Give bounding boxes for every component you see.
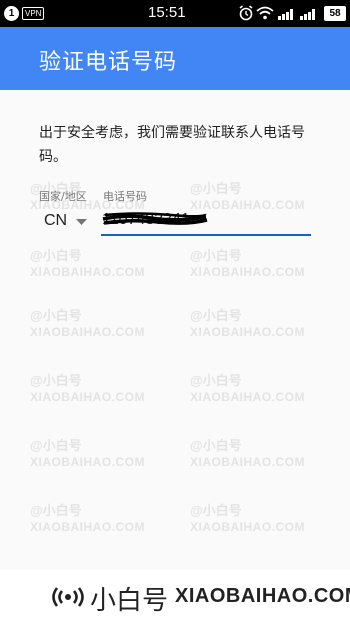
phone-number-input[interactable]: 1107433341 (101, 208, 311, 236)
status-time: 15:51 (148, 4, 186, 21)
phone-label: 电话号码 (103, 190, 147, 203)
brand-name-en: XIAOBAIHAO.COM (175, 585, 350, 607)
page-title: 验证电话号码 (39, 50, 178, 75)
alarm-icon (239, 5, 253, 21)
redaction-scribble-icon (102, 212, 208, 225)
app-bar: 验证电话号码 (0, 27, 350, 90)
description-text: 出于安全考虑，我们需要验证联系人电话号码。 (39, 125, 305, 165)
country-label: 国家/地区 (39, 190, 87, 203)
verify-phone-form: 出于安全考虑，我们需要验证联系人电话号码。 国家/地区 电话号码 CN 1107… (0, 90, 350, 622)
signal-icon (300, 9, 315, 20)
brand-name-cn: 小白号 (90, 586, 169, 616)
battery-icon: 58 (324, 6, 346, 21)
notification-count-badge: 1 (4, 6, 19, 21)
vpn-icon: VPN (22, 7, 45, 20)
country-dropdown[interactable]: CN (39, 208, 93, 234)
country-code-value: CN (44, 212, 68, 229)
broadcast-icon (52, 587, 84, 607)
wifi-icon (256, 6, 274, 20)
signal-icon (278, 9, 293, 20)
brand-banner: 小白号 XIAOBAIHAO.COM (0, 570, 350, 622)
dropdown-arrow-icon (76, 219, 87, 225)
status-bar: 1 VPN 15:51 58 (0, 0, 350, 27)
